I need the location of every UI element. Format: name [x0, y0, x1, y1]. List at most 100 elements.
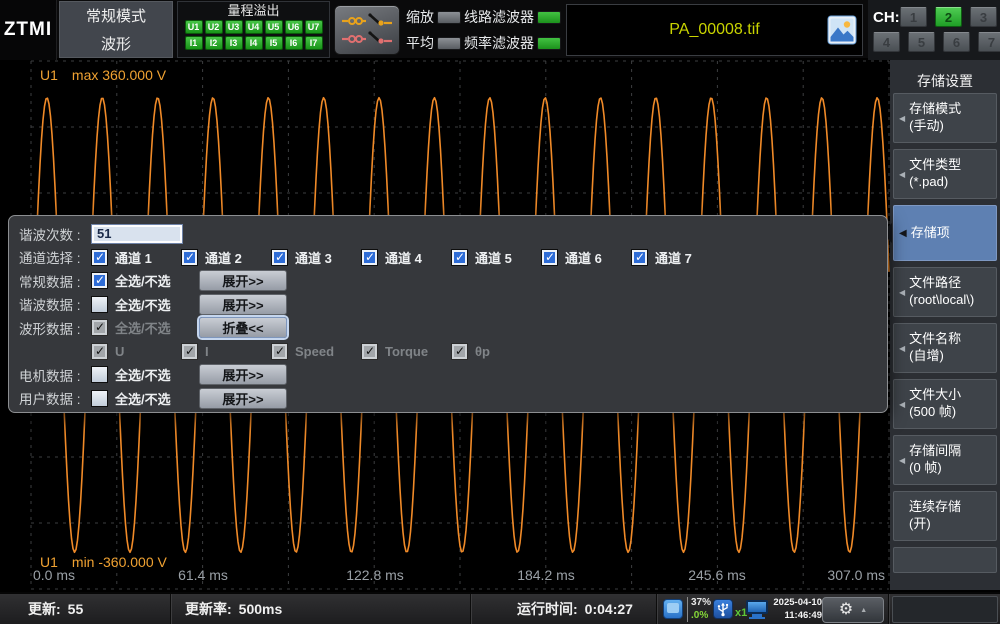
user-data-selectall-checkbox[interactable]: 全选/不选	[91, 389, 199, 408]
time-tick-5: 307.0 ms	[827, 567, 885, 583]
channel-button-6[interactable]: 6	[943, 32, 970, 52]
checkbox-box	[91, 319, 108, 336]
user-data-expand-button[interactable]: 展开>>	[199, 388, 287, 409]
file-display[interactable]: PA_00008.tif	[566, 4, 863, 56]
waveform-i-checkbox[interactable]: I	[181, 343, 271, 360]
checkbox-label: 全选/不选	[115, 365, 171, 384]
normal-data-expand-button[interactable]: 展开>>	[199, 270, 287, 291]
channel-label: CH:	[873, 9, 900, 26]
sidebar-item-continuous-storage[interactable]: 连续存储(开)	[893, 491, 997, 541]
checkbox-box	[91, 272, 108, 289]
harmonic-data-selectall-checkbox[interactable]: 全选/不选	[91, 295, 199, 314]
checkbox-label: 全选/不选	[115, 295, 171, 314]
motor-data-expand-button[interactable]: 展开>>	[199, 364, 287, 385]
channel-button-2[interactable]: 2	[935, 7, 962, 27]
range-overflow-panel: 量程溢出 U1 U2 U3 U4 U5 U6 U7 I1 I2 I3 I4 I5…	[177, 1, 330, 58]
harmonic-data-expand-button[interactable]: 展开>>	[199, 294, 287, 315]
channel-button-4[interactable]: 4	[873, 32, 900, 52]
current-indicator-row: I1 I2 I3 I4 I5 I6 I7	[178, 36, 329, 50]
sidebar-item-file-type[interactable]: ◀ 文件类型(*.pad)	[893, 149, 997, 199]
range-indicator-u3: U3	[225, 20, 243, 34]
statusbar-divider	[656, 594, 658, 624]
average-indicator	[437, 37, 461, 50]
channel-7-checkbox[interactable]: 通道 7	[631, 248, 721, 267]
channel-button-3[interactable]: 3	[970, 7, 997, 27]
settings-menu-button[interactable]: ⚙ ▲	[822, 597, 884, 623]
checkbox-label: 通道 6	[565, 248, 602, 267]
item-value: (root\local\)	[909, 292, 974, 309]
checkbox-box	[91, 366, 108, 383]
checkbox-box	[631, 249, 648, 266]
statusbar-divider	[170, 594, 172, 624]
line-filter-indicator	[537, 11, 561, 24]
update-value: 55	[68, 601, 84, 617]
freq-filter-indicator	[537, 37, 561, 50]
sidebar-item-file-name[interactable]: ◀ 文件名称(自增)	[893, 323, 997, 373]
file-name-text: PA_00008.tif	[669, 21, 759, 39]
waveform-data-collapse-button[interactable]: 折叠<<	[199, 317, 287, 338]
checkbox-label: 通道 4	[385, 248, 422, 267]
item-value: (*.pad)	[909, 174, 961, 191]
sidebar-item-file-path[interactable]: ◀ 文件路径(root\local\)	[893, 267, 997, 317]
channel-button-5[interactable]: 5	[908, 32, 935, 52]
channel-button-1[interactable]: 1	[900, 7, 927, 27]
time-tick-0: 0.0 ms	[33, 567, 75, 583]
dialog-row-user-data: 用户数据 : 全选/不选 展开>>	[19, 387, 887, 411]
checkbox-box	[91, 343, 108, 360]
sidebar-storage-settings: 存储设置 ◀ 存储模式(手动) ◀ 文件类型(*.pad) ◀ 存储项 ◀ 文件…	[890, 60, 1000, 590]
dialog-row-waveform-data: 波形数据 : 全选/不选 折叠<<	[19, 316, 887, 340]
time-tick-3: 184.2 ms	[517, 567, 575, 583]
motor-data-selectall-checkbox[interactable]: 全选/不选	[91, 365, 199, 384]
range-overflow-title: 量程溢出	[178, 3, 329, 18]
sidebar-item-file-size[interactable]: ◀ 文件大小(500 帧)	[893, 379, 997, 429]
harmonic-count-input[interactable]	[91, 224, 183, 244]
range-indicator-i3: I3	[225, 36, 243, 50]
normal-data-selectall-checkbox[interactable]: 全选/不选	[91, 271, 199, 290]
item-label: 文件类型	[909, 157, 961, 174]
waveform-thetap-checkbox[interactable]: θp	[451, 343, 541, 360]
line-filter-label: 线路滤波器	[464, 7, 534, 27]
item-label: 文件大小	[909, 387, 961, 404]
update-rate: 更新率: 500ms	[185, 594, 282, 624]
mode-button[interactable]: 常规模式 波形	[59, 1, 173, 58]
sidebar-item-storage-mode[interactable]: ◀ 存储模式(手动)	[893, 93, 997, 143]
dialog-row-channel-select: 通道选择 : 通道 1 通道 2 通道 3 通道 4 通道 5 通道 6 通道 …	[19, 246, 887, 270]
sidebar-item-storage-items[interactable]: ◀ 存储项	[893, 205, 997, 261]
range-indicator-u7: U7	[305, 20, 323, 34]
storage-pct-top: 37%	[691, 597, 711, 610]
image-file-icon[interactable]	[827, 15, 857, 45]
channel-3-checkbox[interactable]: 通道 3	[271, 248, 361, 267]
waveform-data-selectall-checkbox[interactable]: 全选/不选	[91, 318, 199, 337]
channel-5-checkbox[interactable]: 通道 5	[451, 248, 541, 267]
range-indicator-i5: I5	[265, 36, 283, 50]
waveform-torque-checkbox[interactable]: Torque	[361, 343, 451, 360]
time-tick-2: 122.8 ms	[346, 567, 404, 583]
status-bar: 更新: 55 更新率: 500ms 运行时间: 0:04:27 37% .0%	[0, 592, 1000, 624]
waveform-speed-checkbox[interactable]: Speed	[271, 343, 361, 360]
wiring-settings-button[interactable]	[334, 5, 400, 55]
runtime-value: 0:04:27	[585, 601, 633, 617]
dialog-row-harmonic-data: 谐波数据 : 全选/不选 展开>>	[19, 293, 887, 317]
channel-button-7[interactable]: 7	[978, 32, 1000, 52]
sidebar-item-empty[interactable]	[893, 547, 997, 573]
channel-4-checkbox[interactable]: 通道 4	[361, 248, 451, 267]
harmonic-count-label: 谐波次数 :	[19, 224, 91, 244]
left-triangle-icon: ◀	[899, 344, 905, 353]
checkbox-box	[91, 249, 108, 266]
update-count: 更新: 55	[28, 594, 83, 624]
sidebar-item-storage-interval[interactable]: ◀ 存储间隔(0 帧)	[893, 435, 997, 485]
rate-label: 更新率:	[185, 599, 232, 619]
checkbox-label: Speed	[295, 344, 334, 359]
waveform-u-checkbox[interactable]: U	[91, 343, 181, 360]
channel-1-checkbox[interactable]: 通道 1	[91, 248, 181, 267]
checkbox-box	[91, 296, 108, 313]
item-label: 存储项	[911, 225, 950, 242]
channel-select-label: 通道选择 :	[19, 247, 91, 267]
zoom-indicator	[437, 11, 461, 24]
channel-2-checkbox[interactable]: 通道 2	[181, 248, 271, 267]
storage-pct-bottom: .0%	[691, 610, 711, 623]
channel-6-checkbox[interactable]: 通道 6	[541, 248, 631, 267]
checkbox-box	[541, 249, 558, 266]
statusbar-divider	[888, 594, 890, 624]
left-triangle-icon: ◀	[899, 456, 905, 465]
